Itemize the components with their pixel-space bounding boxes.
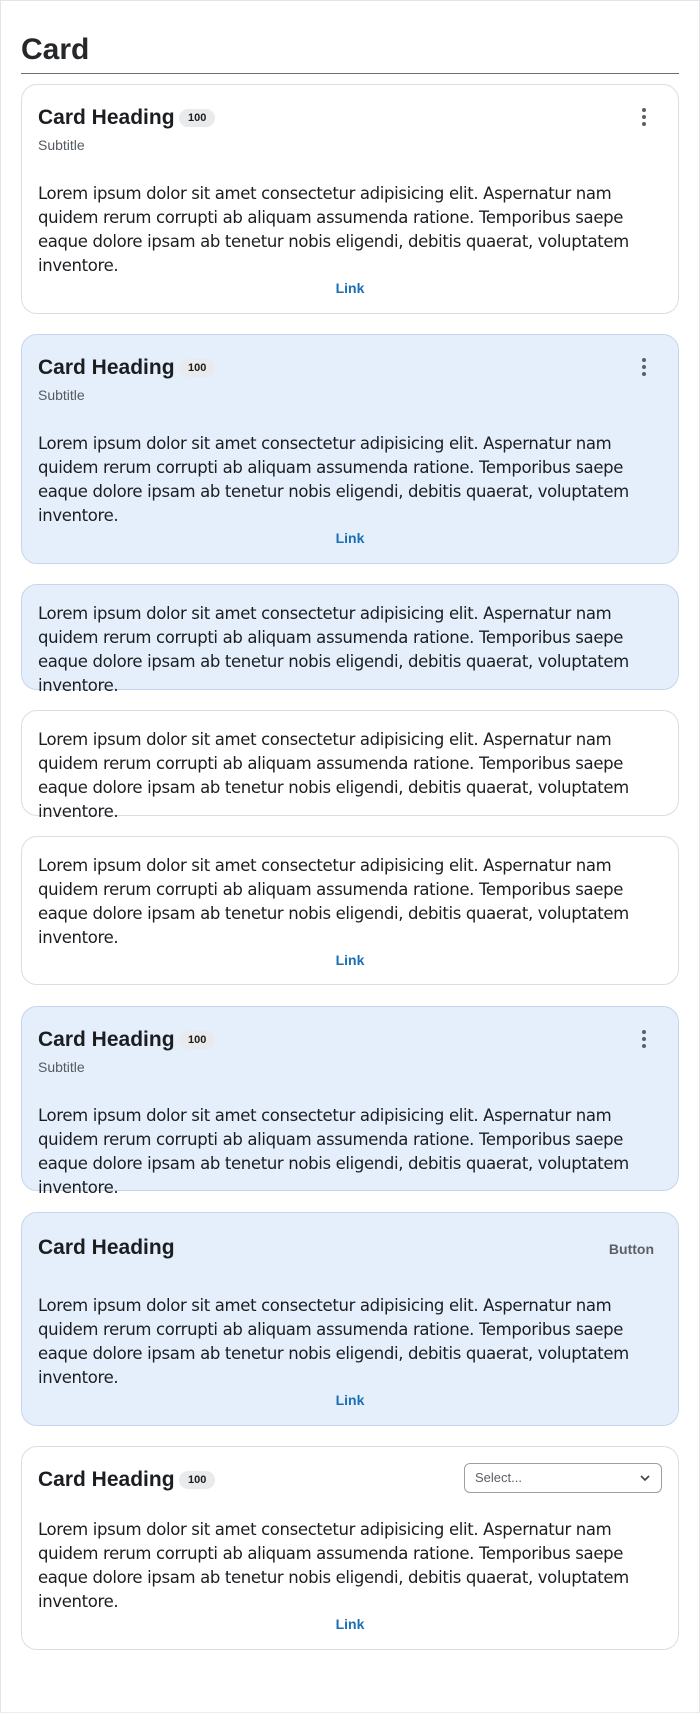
card-header: Card Heading 100 Subtitle — [38, 1007, 662, 1075]
count-badge: 100 — [179, 1031, 216, 1049]
card-subtitle: Subtitle — [38, 1059, 85, 1075]
card-heading: Card Heading — [38, 1028, 175, 1051]
page: Card Card Heading 100 Subtitle Lorem ips… — [21, 0, 679, 1650]
card-tinted-button: Card Heading Button Lorem ipsum dolor si… — [21, 1212, 679, 1426]
card-footer: Link — [22, 952, 678, 968]
card-tinted: Card Heading 100 Subtitle Lorem ipsum do… — [21, 334, 679, 564]
card-footer: Link — [22, 1616, 678, 1632]
card-body: Lorem ipsum dolor sit amet consectetur a… — [38, 1296, 629, 1387]
card-body: Lorem ipsum dolor sit amet consectetur a… — [38, 184, 629, 275]
card-heading: Card Heading — [38, 356, 175, 379]
title-divider — [21, 73, 679, 74]
card-heading: Card Heading — [38, 106, 175, 129]
more-vertical-icon[interactable] — [634, 357, 654, 377]
card-header: Card Heading Button — [38, 1213, 662, 1277]
card-link[interactable]: Link — [336, 1616, 365, 1632]
card-link[interactable]: Link — [336, 530, 365, 546]
card-footer: Link — [22, 530, 678, 546]
card-basic: Card Heading 100 Subtitle Lorem ipsum do… — [21, 84, 679, 314]
page-title: Card — [21, 33, 90, 66]
card-body: Lorem ipsum dolor sit amet consectetur a… — [38, 1106, 629, 1197]
card-body: Lorem ipsum dolor sit amet consectetur a… — [38, 604, 629, 695]
card-link[interactable]: Link — [336, 1392, 365, 1408]
card-body-link: Lorem ipsum dolor sit amet consectetur a… — [21, 836, 679, 985]
card-link[interactable]: Link — [336, 280, 365, 296]
card-link[interactable]: Link — [336, 952, 365, 968]
chevron-down-icon — [640, 1475, 650, 1482]
card-body-only: Lorem ipsum dolor sit amet consectetur a… — [21, 710, 679, 821]
card-header: Card Heading 100 Select... — [38, 1447, 662, 1511]
more-vertical-icon[interactable] — [634, 107, 654, 127]
card-subtitle: Subtitle — [38, 137, 85, 153]
card-footer: Link — [22, 1392, 678, 1408]
header-button[interactable]: Button — [609, 1241, 654, 1257]
count-badge: 100 — [179, 109, 216, 127]
card-header: Card Heading 100 Subtitle — [38, 335, 662, 403]
card-tinted-no-footer: Card Heading 100 Subtitle Lorem ipsum do… — [21, 1006, 679, 1197]
card-heading: Card Heading — [38, 1236, 175, 1259]
count-badge: 100 — [179, 1471, 216, 1489]
card-footer: Link — [22, 280, 678, 296]
card-heading: Card Heading — [38, 1468, 175, 1491]
card-body: Lorem ipsum dolor sit amet consectetur a… — [38, 856, 629, 947]
card-subtitle: Subtitle — [38, 387, 85, 403]
card-body-only-tinted: Lorem ipsum dolor sit amet consectetur a… — [21, 584, 679, 695]
more-vertical-icon[interactable] — [634, 1029, 654, 1049]
count-badge: 100 — [179, 359, 216, 377]
card-body: Lorem ipsum dolor sit amet consectetur a… — [38, 1520, 629, 1611]
select-placeholder: Select... — [475, 1470, 522, 1485]
select-dropdown[interactable]: Select... — [464, 1463, 662, 1493]
card-select: Card Heading 100 Select... Lorem ipsum d… — [21, 1446, 679, 1650]
card-body: Lorem ipsum dolor sit amet consectetur a… — [38, 434, 629, 525]
card-body: Lorem ipsum dolor sit amet consectetur a… — [38, 730, 629, 821]
card-header: Card Heading 100 Subtitle — [38, 85, 662, 153]
